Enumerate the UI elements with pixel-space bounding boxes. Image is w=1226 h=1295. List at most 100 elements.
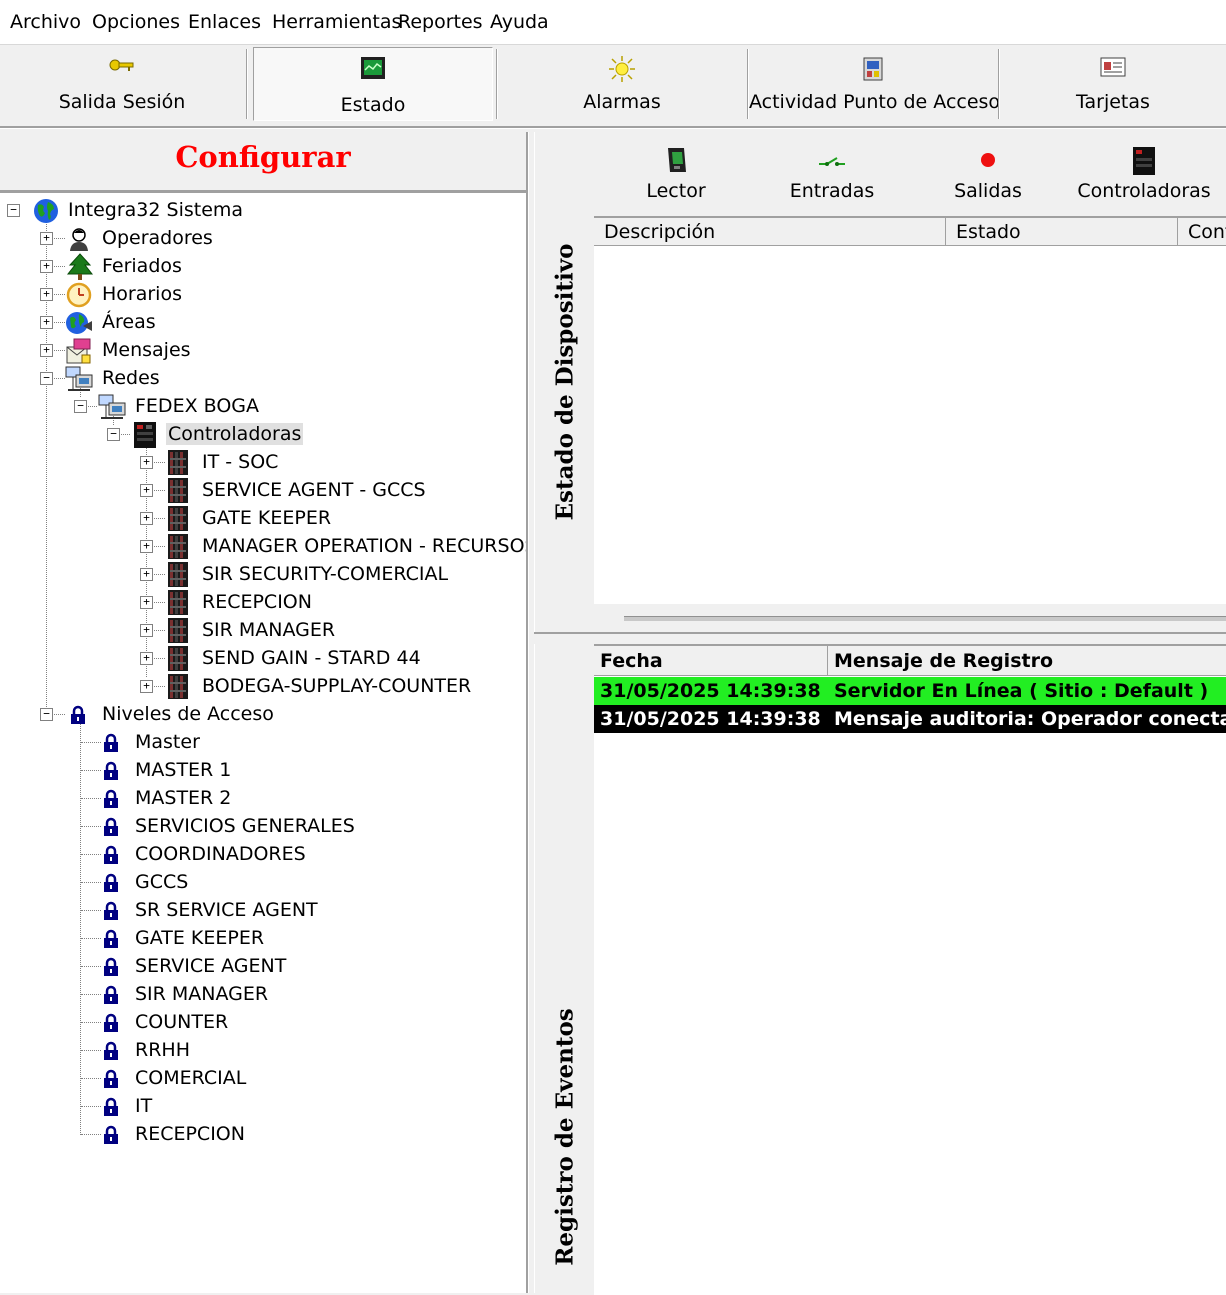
tree-node-access-level[interactable]: COUNTER [0, 1009, 526, 1035]
tree-node-access-level[interactable]: GCCS [0, 869, 526, 895]
globe-icon [34, 199, 58, 223]
menu-herramientas[interactable]: Herramientas [272, 11, 401, 33]
event-log-list[interactable]: Fecha Mensaje de Registro 31/05/2025 14:… [594, 644, 1226, 1295]
tree-node-access-level[interactable]: Master [0, 729, 526, 755]
tree-node-messages[interactable]: + Mensajes [0, 337, 526, 364]
collapse-toggle[interactable]: − [74, 400, 87, 413]
expand-toggle[interactable]: + [140, 652, 153, 665]
column-header-status[interactable]: Estado [946, 218, 1178, 246]
expand-toggle[interactable]: + [140, 512, 153, 525]
menu-ayuda[interactable]: Ayuda [490, 11, 549, 33]
tree-node-controller-item[interactable]: + SEND GAIN - STARD 44 [0, 645, 526, 671]
tree-node-access-levels[interactable]: − Niveles de Acceso [0, 701, 526, 727]
status-button[interactable]: Estado [253, 47, 493, 121]
tree-label: COMERCIAL [135, 1067, 247, 1089]
menu-enlaces[interactable]: Enlaces [188, 11, 261, 33]
tree-label: Mensajes [102, 339, 191, 361]
tree-node-access-level[interactable]: GATE KEEPER [0, 925, 526, 951]
expand-toggle[interactable]: + [40, 316, 53, 329]
tree-node-controller-item[interactable]: + SERVICE AGENT - GCCS [0, 477, 526, 503]
column-header-date[interactable]: Fecha [594, 646, 828, 676]
panel-divider[interactable] [534, 632, 1226, 644]
tree-node-access-level[interactable]: SERVICIOS GENERALES [0, 813, 526, 839]
lock-icon [104, 1097, 118, 1116]
event-row[interactable]: 31/05/2025 14:39:38 Servidor En Línea ( S… [594, 677, 1226, 705]
expand-toggle[interactable]: + [140, 624, 153, 637]
tree-node-access-level[interactable]: MASTER 2 [0, 785, 526, 811]
tree-node-access-level[interactable]: SIR MANAGER [0, 981, 526, 1007]
event-row[interactable]: 31/05/2025 14:39:38 Mensaje auditoria: Op… [594, 705, 1226, 733]
expand-toggle[interactable]: + [140, 680, 153, 693]
alarms-button[interactable]: Alarmas [498, 47, 746, 121]
tree-node-holidays[interactable]: + Feriados [0, 253, 526, 280]
tree-node-controller-item[interactable]: + GATE KEEPER [0, 505, 526, 531]
expand-toggle[interactable]: + [140, 568, 153, 581]
horizontal-scrollbar[interactable] [594, 604, 1226, 632]
expand-toggle[interactable]: + [140, 484, 153, 497]
card-icon [1100, 57, 1126, 77]
collapse-toggle[interactable]: − [107, 428, 120, 441]
tree-node-networks[interactable]: − Redes [0, 365, 526, 391]
lock-icon [104, 789, 118, 808]
tree-node-controller-item[interactable]: + MANAGER OPERATION - RECURSOS [0, 533, 526, 559]
collapse-toggle[interactable]: − [40, 708, 53, 721]
column-header-controller[interactable]: Controladora [1178, 218, 1226, 246]
column-label: Descripción [604, 221, 716, 243]
tree-node-controller-item[interactable]: + SIR SECURITY-COMERCIAL [0, 561, 526, 587]
tree-node-network-fedex[interactable]: − FEDEX BOGA [0, 393, 526, 419]
controller-icon [134, 422, 156, 448]
tree-node-access-level[interactable]: SR SERVICE AGENT [0, 897, 526, 923]
tree-node-access-level[interactable]: MASTER 1 [0, 757, 526, 783]
column-header-message[interactable]: Mensaje de Registro [828, 646, 1226, 676]
tree-node-controller-item[interactable]: + SIR MANAGER [0, 617, 526, 643]
door-controller-icon [168, 450, 188, 475]
tree-node-access-level[interactable]: COORDINADORES [0, 841, 526, 867]
expand-toggle[interactable]: + [140, 456, 153, 469]
expand-toggle[interactable]: + [40, 260, 53, 273]
expand-toggle[interactable]: + [40, 344, 53, 357]
tree-node-root[interactable]: − Integra32 Sistema [0, 197, 526, 223]
access-activity-button[interactable]: Actividad Punto de Acceso [749, 47, 1000, 121]
tree-line [81, 742, 101, 743]
tree-node-areas[interactable]: + Áreas [0, 309, 526, 335]
tree-label: BODEGA-SUPPLAY-COUNTER [202, 675, 472, 697]
tree-line [81, 1134, 101, 1135]
menu-reportes[interactable]: Reportes [398, 11, 483, 33]
lock-icon [104, 845, 118, 864]
tree-line [81, 1022, 101, 1023]
menu-opciones[interactable]: Opciones [92, 11, 180, 33]
device-toolbar: Lector Entradas Salidas Controladoras [594, 132, 1226, 216]
tree-node-controller-item[interactable]: + IT - SOC [0, 449, 526, 475]
cards-button[interactable]: Tarjetas [1000, 47, 1226, 121]
tree-node-controller-item[interactable]: + RECEPCION [0, 589, 526, 615]
menu-archivo[interactable]: Archivo [10, 11, 81, 33]
tree-node-operators[interactable]: + Operadores [0, 225, 526, 251]
tree-label: Redes [102, 367, 160, 389]
logout-button[interactable]: Salida Sesión [0, 47, 244, 121]
tree-node-access-level[interactable]: COMERCIAL [0, 1065, 526, 1091]
scrollbar-thumb[interactable] [624, 616, 1226, 621]
expand-toggle[interactable]: + [140, 540, 153, 553]
tree-label: SERVICE AGENT - GCCS [202, 479, 426, 501]
tree-label: RECEPCION [202, 591, 312, 613]
column-header-description[interactable]: Descripción [594, 218, 946, 246]
expand-toggle[interactable]: + [140, 596, 153, 609]
tree-node-schedules[interactable]: + Horarios [0, 281, 526, 308]
tree-label: COORDINADORES [135, 843, 306, 865]
tree-node-access-level[interactable]: RRHH [0, 1037, 526, 1063]
outputs-label: Salidas [954, 180, 1022, 202]
collapse-toggle[interactable]: − [40, 372, 53, 385]
tree-line [81, 826, 101, 827]
event-date: 31/05/2025 14:39:38 [600, 708, 821, 730]
expand-toggle[interactable]: + [40, 232, 53, 245]
tree-node-access-level[interactable]: IT [0, 1093, 526, 1119]
toolbar-separator [246, 49, 248, 119]
device-list[interactable]: Descripción Estado Controladora [594, 216, 1226, 632]
tree-node-controllers[interactable]: − Controladoras [0, 421, 526, 448]
tree-node-access-level[interactable]: SERVICE AGENT [0, 953, 526, 979]
expand-toggle[interactable]: + [40, 288, 53, 301]
tree-node-controller-item[interactable]: + BODEGA-SUPPLAY-COUNTER [0, 673, 526, 699]
tree-node-access-level[interactable]: RECEPCION [0, 1121, 526, 1147]
main-toolbar: Salida Sesión Estado Alarmas Actividad P… [0, 45, 1226, 125]
collapse-toggle[interactable]: − [7, 204, 20, 217]
